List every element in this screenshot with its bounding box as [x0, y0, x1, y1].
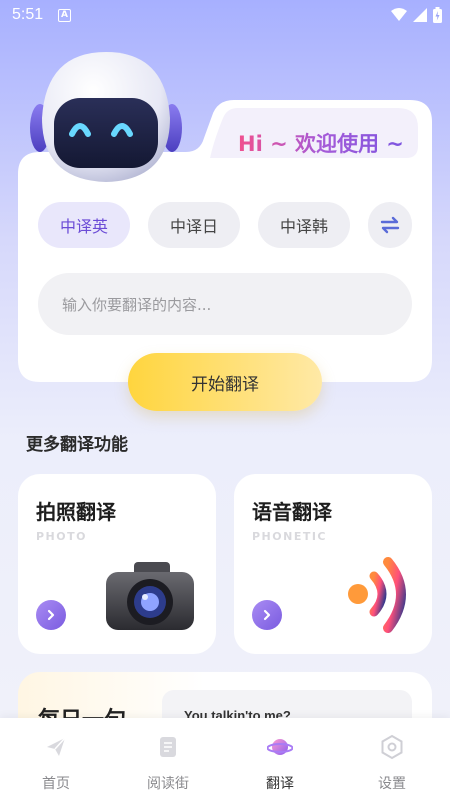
tab-settings[interactable]: 设置 [336, 718, 448, 800]
wifi-icon [391, 8, 407, 21]
status-bar: 5:51 A [0, 0, 450, 32]
more-features-title: 更多翻译功能 [26, 435, 128, 455]
photo-translate-go-button[interactable] [36, 600, 66, 630]
tab-reading[interactable]: 阅读街 [112, 718, 224, 800]
document-icon [160, 737, 176, 757]
translate-input[interactable]: 输入你要翻译的内容... [38, 273, 412, 335]
lang-option-zh-ko[interactable]: 中译韩 [258, 202, 350, 248]
chevron-right-icon [263, 609, 271, 621]
voice-translate-card[interactable]: 语音翻译 PHONETIC [234, 474, 432, 654]
bottom-tab-bar: 首页 阅读街 翻译 设置 [0, 718, 450, 800]
swap-arrows-icon [380, 216, 400, 234]
settings-icon [381, 734, 403, 760]
voice-translate-title: 语音翻译 [252, 500, 332, 524]
translate-input-placeholder: 输入你要翻译的内容... [62, 295, 212, 314]
photo-translate-card[interactable]: 拍照翻译 PHOTO [18, 474, 216, 654]
planet-icon [267, 739, 293, 755]
tab-home[interactable]: 首页 [0, 718, 112, 800]
status-time: 5:51 [12, 6, 44, 23]
notification-a-icon: A [58, 9, 71, 22]
status-icons [391, 7, 442, 23]
battery-icon [433, 7, 442, 23]
voice-translate-subtitle: PHONETIC [252, 530, 328, 543]
tab-reading-label: 阅读街 [147, 776, 189, 792]
tab-translate[interactable]: 翻译 [224, 718, 336, 800]
lang-option-zh-ja[interactable]: 中译日 [148, 202, 240, 248]
swap-language-button[interactable] [368, 202, 412, 248]
lang-option-zh-en[interactable]: 中译英 [38, 202, 130, 248]
camera-icon [106, 562, 194, 630]
robot-mascot [30, 52, 182, 182]
paper-plane-icon [47, 737, 66, 756]
tab-translate-label: 翻译 [266, 776, 294, 792]
photo-translate-title: 拍照翻译 [36, 500, 116, 524]
chevron-right-icon [47, 609, 55, 621]
photo-translate-subtitle: PHOTO [36, 530, 87, 543]
greeting-text: Hi ~ 欢迎使用 ~ [238, 128, 404, 158]
sound-wave-icon [348, 557, 406, 633]
cell-signal-icon [413, 8, 427, 22]
start-translate-button[interactable]: 开始翻译 [128, 353, 322, 411]
voice-translate-go-button[interactable] [252, 600, 282, 630]
tab-home-label: 首页 [42, 776, 70, 792]
tab-settings-label: 设置 [378, 776, 406, 792]
